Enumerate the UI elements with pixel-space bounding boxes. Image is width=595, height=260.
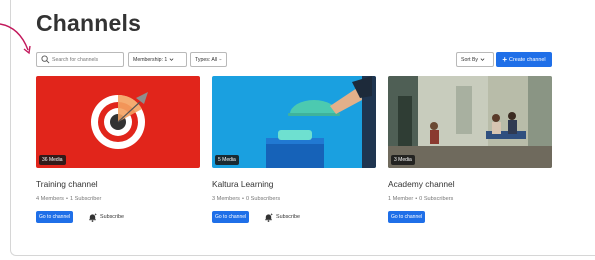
search-input[interactable] [52, 54, 122, 65]
channel-stats: 3 Members • 0 Subscribers [212, 196, 280, 202]
go-to-channel-button[interactable]: Go to channel [36, 211, 74, 223]
channel-thumbnail[interactable]: 5 Media [212, 76, 376, 168]
subscribe-button[interactable]: Subscribe [264, 211, 300, 223]
subscribe-button[interactable]: Subscribe [88, 211, 124, 223]
channel-card: 5 Media Kaltura Learning 3 Members • 0 Sub… [212, 76, 376, 223]
bell-icon [265, 212, 273, 222]
channel-title[interactable]: Training channel [36, 179, 98, 189]
channel-card: 36 Media Training channel 4 Members • 1 Su… [36, 76, 200, 223]
chevron-down-icon [480, 58, 485, 61]
sort-by-label: Sort By [461, 56, 479, 63]
members-count: 3 Members [212, 196, 240, 202]
types-filter-dropdown[interactable]: Types: All [190, 52, 227, 67]
channel-title[interactable]: Kaltura Learning [212, 179, 273, 189]
subscribers-count: 1 Subscriber [69, 196, 102, 202]
create-channel-label: Create channel [509, 56, 546, 63]
sort-by-dropdown[interactable]: Sort By [456, 52, 494, 67]
go-to-channel-button[interactable]: Go to channel [388, 211, 426, 223]
pointer-arrow-icon [0, 23, 31, 55]
membership-filter-label: Membership: 1 [133, 56, 168, 63]
media-count-badge: 5 Media [215, 155, 239, 165]
membership-filter-dropdown[interactable]: Membership: 1 [128, 52, 187, 67]
search-icon [41, 55, 50, 64]
subscribers-count: 0 Subscribers [419, 196, 454, 202]
subscribe-label: Subscribe [100, 214, 124, 220]
meta-separator: • [241, 196, 244, 202]
channel-stats: 4 Members • 1 Subscriber [36, 196, 101, 202]
media-count-badge: 36 Media [39, 155, 66, 165]
search-box[interactable] [36, 52, 124, 67]
members-count: 4 Members [36, 196, 64, 202]
meta-separator: • [65, 196, 68, 202]
create-channel-button[interactable]: + Create channel [496, 52, 552, 67]
channel-card: 3 Media Academy channel 1 Member • 0 Subsc… [388, 76, 552, 223]
channel-thumbnail[interactable]: 36 Media [36, 76, 200, 168]
channel-title[interactable]: Academy channel [388, 179, 455, 189]
plus-icon: + [502, 54, 508, 64]
chevron-down-icon [219, 58, 222, 61]
toolbar: Membership: 1 Types: All Sort By + Creat… [36, 52, 552, 68]
channel-thumbnail[interactable]: 3 Media [388, 76, 552, 168]
channel-stats: 1 Member • 0 Subscribers [388, 196, 453, 202]
types-filter-label: Types: All [195, 56, 218, 63]
meta-separator: • [415, 196, 418, 202]
members-count: 1 Member [388, 196, 414, 202]
go-to-channel-button[interactable]: Go to channel [212, 211, 250, 223]
subscribers-count: 0 Subscribers [245, 196, 281, 202]
chevron-down-icon [169, 58, 174, 61]
media-count-badge: 3 Media [391, 155, 415, 165]
page-title: Channels [36, 10, 142, 36]
subscribe-label: Subscribe [276, 214, 300, 220]
bell-icon [89, 212, 97, 222]
